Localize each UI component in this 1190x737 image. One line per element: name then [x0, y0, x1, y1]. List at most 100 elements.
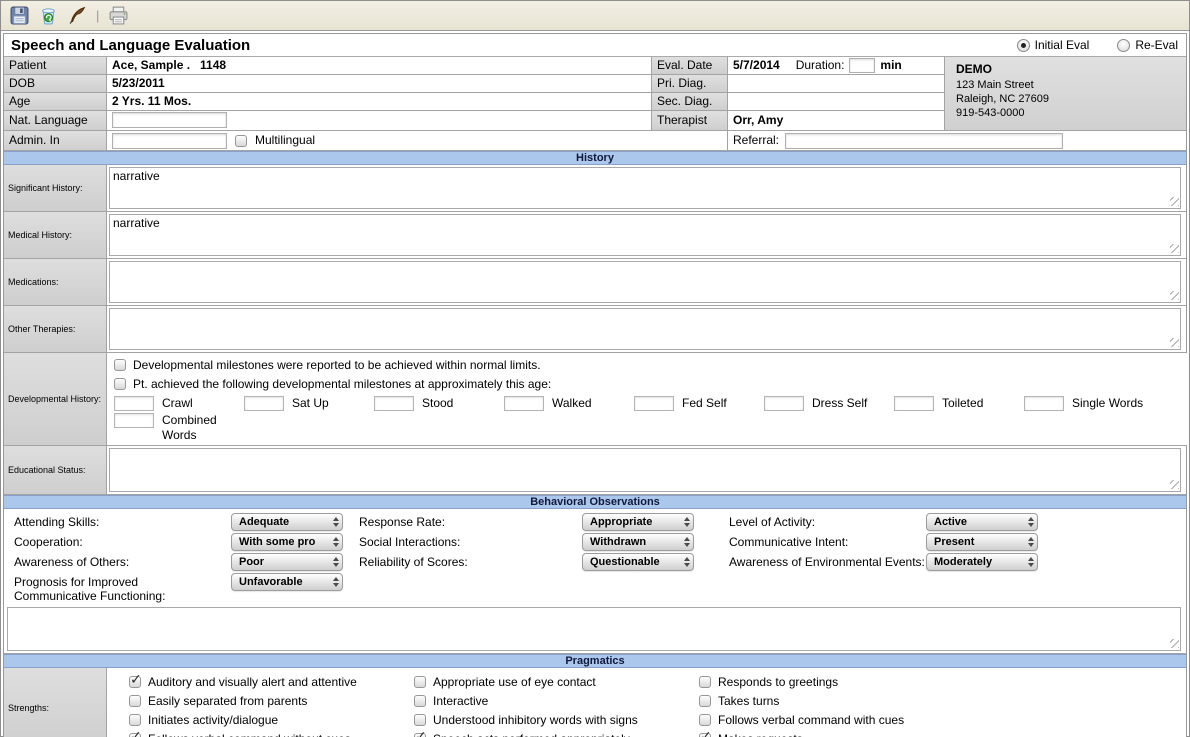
milestone-label: Combined Words	[162, 413, 234, 443]
edit-pen-icon[interactable]	[66, 5, 88, 27]
dev-milestone-age-label: Pt. achieved the following developmental…	[133, 377, 551, 391]
toolbar-separator: |	[95, 8, 100, 23]
behavioral-notes-textarea[interactable]	[7, 607, 1181, 651]
behavioral-select[interactable]: Appropriate	[582, 513, 694, 531]
behavioral-select[interactable]: Withdrawn	[582, 533, 694, 551]
pragmatics-item: Easily separated from parents	[129, 691, 414, 710]
behavioral-select[interactable]: Questionable	[582, 553, 694, 571]
behavioral-select[interactable]: With some pro	[231, 533, 343, 551]
pragmatics-checkbox[interactable]	[129, 676, 141, 688]
other-therapies-textarea[interactable]	[109, 308, 1181, 350]
pragmatics-checkbox[interactable]	[129, 733, 141, 737]
milestone-age-input[interactable]	[244, 396, 284, 411]
pragmatics-checkbox[interactable]	[699, 695, 711, 707]
pragmatics-checkbox[interactable]	[699, 714, 711, 726]
select-arrows-icon	[1025, 537, 1034, 547]
milestone-label: Fed Self	[682, 396, 727, 411]
dev-normal-limits-label: Developmental milestones were reported t…	[133, 358, 541, 372]
pragmatics-item: Auditory and visually alert and attentiv…	[129, 672, 414, 691]
pragmatics-column-1: Auditory and visually alert and attentiv…	[129, 672, 414, 737]
admin-in-input[interactable]	[112, 133, 227, 149]
save-icon[interactable]	[8, 5, 30, 27]
milestone-label: Stood	[422, 396, 453, 411]
select-value: Withdrawn	[590, 536, 681, 548]
milestone-age-input[interactable]	[374, 396, 414, 411]
pragmatics-label: Makes requests	[718, 732, 803, 737]
pragmatics-label: Initiates activity/dialogue	[148, 713, 278, 727]
developmental-history-row: Developmental History: Developmental mil…	[4, 353, 1186, 446]
behavioral-select[interactable]: Poor	[231, 553, 343, 571]
milestones-grid: CrawlSat UpStoodWalkedFed SelfDress Self…	[114, 396, 1189, 445]
milestone-age-input[interactable]	[764, 396, 804, 411]
pragmatics-column-2: Appropriate use of eye contactInteractiv…	[414, 672, 699, 737]
eval-date-cell: 5/7/2014 Duration: min	[728, 57, 945, 75]
medications-row: Medications:	[4, 259, 1186, 306]
select-arrows-icon	[681, 517, 690, 527]
sec-diag-value[interactable]	[728, 93, 945, 111]
re-eval-radio[interactable]	[1117, 39, 1130, 52]
behavioral-select[interactable]: Adequate	[231, 513, 343, 531]
milestone-age-input[interactable]	[114, 413, 154, 428]
nat-language-input[interactable]	[112, 112, 227, 128]
pragmatics-label: Follows verbal command with cues	[718, 713, 904, 727]
age-value: 2 Yrs. 11 Mos.	[107, 93, 652, 111]
pragmatics-checkbox[interactable]	[129, 695, 141, 707]
behavioral-select-cell: Active	[926, 512, 1186, 531]
medications-content	[107, 259, 1186, 305]
dev-normal-limits-checkbox[interactable]	[114, 359, 126, 371]
select-arrows-icon	[681, 537, 690, 547]
duration-input[interactable]	[849, 58, 875, 73]
milestone-item: Crawl	[114, 396, 244, 411]
therapist-label: Therapist	[652, 111, 728, 131]
educational-status-textarea[interactable]	[109, 448, 1181, 492]
medical-history-label: Medical History:	[4, 212, 107, 258]
history-section-header: History	[4, 151, 1186, 165]
pragmatics-checkbox[interactable]	[414, 695, 426, 707]
behavioral-field-label: Reliability of Scores:	[349, 552, 582, 569]
behavioral-select-cell: With some pro	[231, 532, 349, 551]
significant-history-label: Significant History:	[4, 165, 107, 211]
pri-diag-value[interactable]	[728, 75, 945, 93]
select-value: With some pro	[239, 536, 330, 548]
behavioral-select[interactable]: Moderately	[926, 553, 1038, 571]
milestone-age-input[interactable]	[634, 396, 674, 411]
behavioral-field-label: Cooperation:	[4, 532, 231, 549]
initial-eval-radio[interactable]	[1017, 39, 1030, 52]
select-arrows-icon	[330, 517, 339, 527]
pragmatics-label: Responds to greetings	[718, 675, 838, 689]
significant-history-content: narrative	[107, 165, 1186, 211]
milestone-age-input[interactable]	[504, 396, 544, 411]
pragmatics-checkbox[interactable]	[699, 676, 711, 688]
behavioral-select-cell: Withdrawn	[582, 532, 719, 551]
medical-history-textarea[interactable]: narrative	[109, 214, 1181, 256]
page-title: Speech and Language Evaluation	[11, 37, 250, 54]
developmental-history-content: Developmental milestones were reported t…	[107, 353, 1189, 445]
select-arrows-icon	[1025, 557, 1034, 567]
milestone-age-input[interactable]	[894, 396, 934, 411]
referral-input[interactable]	[785, 133, 1063, 149]
pragmatics-checkbox[interactable]	[414, 714, 426, 726]
milestone-age-input[interactable]	[114, 396, 154, 411]
print-icon[interactable]	[107, 5, 129, 27]
pragmatics-checkbox[interactable]	[699, 733, 711, 737]
milestone-label: Sat Up	[292, 396, 329, 411]
nat-language-label: Nat. Language	[4, 111, 107, 131]
pragmatics-checkbox[interactable]	[414, 676, 426, 688]
pragmatics-label: Takes turns	[718, 694, 779, 708]
behavioral-select[interactable]: Active	[926, 513, 1038, 531]
pragmatics-checkbox[interactable]	[414, 733, 426, 737]
significant-history-textarea[interactable]: narrative	[109, 167, 1181, 209]
multilingual-checkbox[interactable]	[235, 135, 247, 147]
significant-history-row: Significant History: narrative	[4, 165, 1186, 212]
pragmatics-checkbox[interactable]	[129, 714, 141, 726]
behavioral-select[interactable]: Unfavorable	[231, 573, 343, 591]
dev-milestone-age-checkbox[interactable]	[114, 378, 126, 390]
strengths-label: Strengths:	[4, 668, 107, 737]
admin-in-label: Admin. In	[4, 131, 107, 151]
medications-textarea[interactable]	[109, 261, 1181, 303]
behavioral-select[interactable]: Present	[926, 533, 1038, 551]
pragmatics-item: Initiates activity/dialogue	[129, 710, 414, 729]
delete-icon[interactable]	[37, 5, 59, 27]
pragmatics-item: Makes requests	[699, 729, 1186, 737]
milestone-age-input[interactable]	[1024, 396, 1064, 411]
